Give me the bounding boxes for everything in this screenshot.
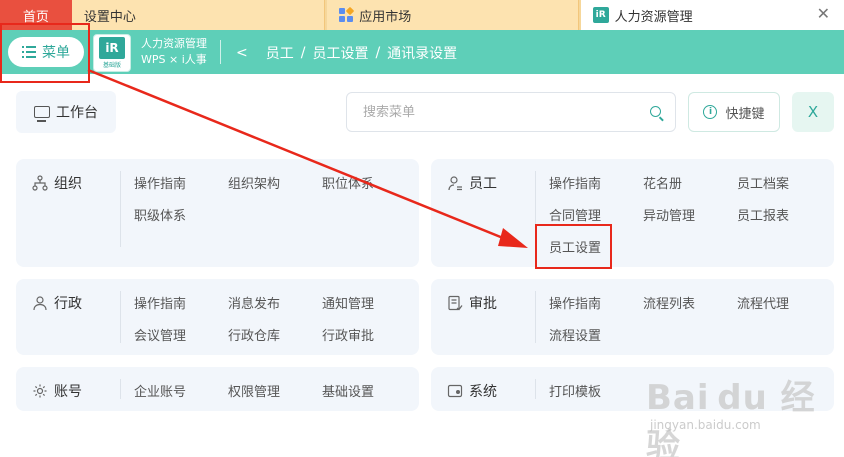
annotation-arrow bbox=[87, 68, 528, 248]
